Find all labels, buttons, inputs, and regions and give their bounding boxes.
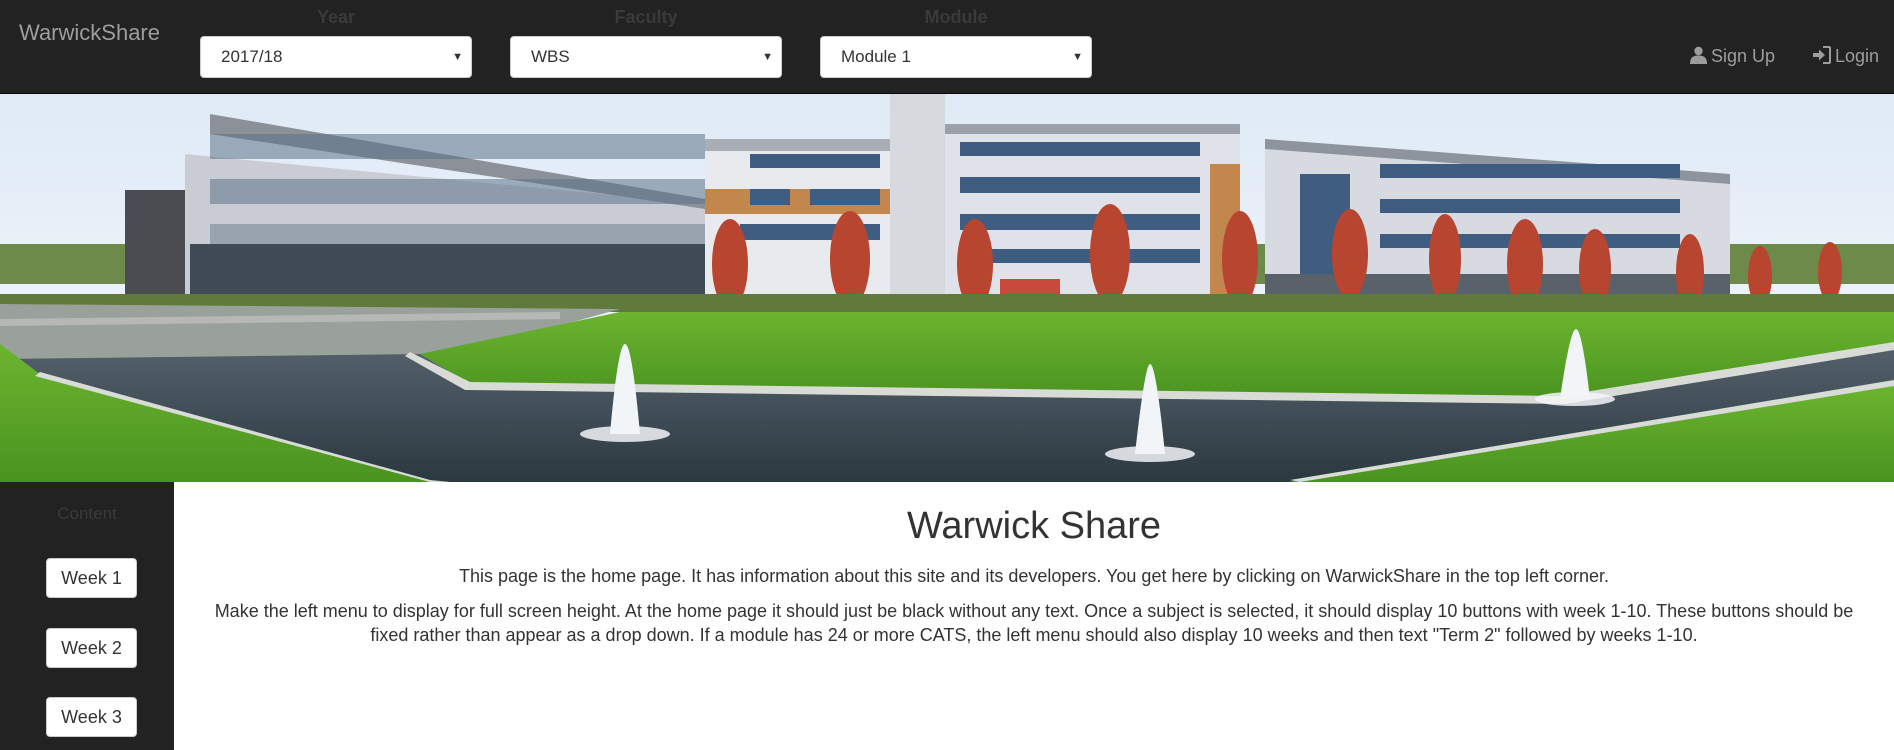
module-select[interactable]: Module 1 ▼ bbox=[820, 36, 1092, 78]
sidebar: Content Week 1 Week 2 Week 3 bbox=[0, 482, 174, 750]
year-select-value: 2017/18 bbox=[221, 47, 283, 66]
brand-link[interactable]: WarwickShare bbox=[19, 20, 160, 46]
week-3-button[interactable]: Week 3 bbox=[46, 697, 137, 737]
login-link[interactable]: Login bbox=[1812, 46, 1879, 69]
sidebar-title: Content bbox=[57, 504, 117, 523]
year-label: Year bbox=[316, 7, 356, 27]
module-select-value: Module 1 bbox=[841, 47, 911, 66]
signup-link[interactable]: Sign Up bbox=[1690, 46, 1775, 69]
intro-paragraph: This page is the home page. It has infor… bbox=[459, 566, 1609, 586]
faculty-select-group: Faculty WBS ▼ bbox=[510, 6, 782, 78]
caret-down-icon: ▼ bbox=[762, 51, 773, 63]
module-label: Module bbox=[924, 7, 988, 27]
year-select[interactable]: 2017/18 ▼ bbox=[200, 36, 472, 78]
main-content: Warwick Share This page is the home page… bbox=[174, 482, 1894, 750]
faculty-select[interactable]: WBS ▼ bbox=[510, 36, 782, 78]
caret-down-icon: ▼ bbox=[452, 51, 463, 63]
navbar: WarwickShare Year 2017/18 ▼ Faculty WBS … bbox=[0, 0, 1894, 94]
page-title: Warwick Share bbox=[906, 505, 1162, 547]
signup-label: Sign Up bbox=[1711, 46, 1776, 66]
week-2-button[interactable]: Week 2 bbox=[46, 628, 137, 668]
caret-down-icon: ▼ bbox=[1072, 51, 1083, 63]
week-1-button[interactable]: Week 1 bbox=[46, 558, 137, 598]
module-select-group: Module Module 1 ▼ bbox=[820, 6, 1092, 78]
year-select-group: Year 2017/18 ▼ bbox=[200, 6, 472, 78]
campus-banner-image bbox=[0, 94, 1894, 482]
faculty-select-value: WBS bbox=[531, 47, 570, 66]
user-icon bbox=[1690, 46, 1707, 69]
faculty-label: Faculty bbox=[614, 7, 678, 27]
login-label: Login bbox=[1835, 46, 1880, 66]
instructions-paragraph: Make the left menu to display for full s… bbox=[214, 601, 1854, 645]
login-icon bbox=[1812, 46, 1831, 69]
